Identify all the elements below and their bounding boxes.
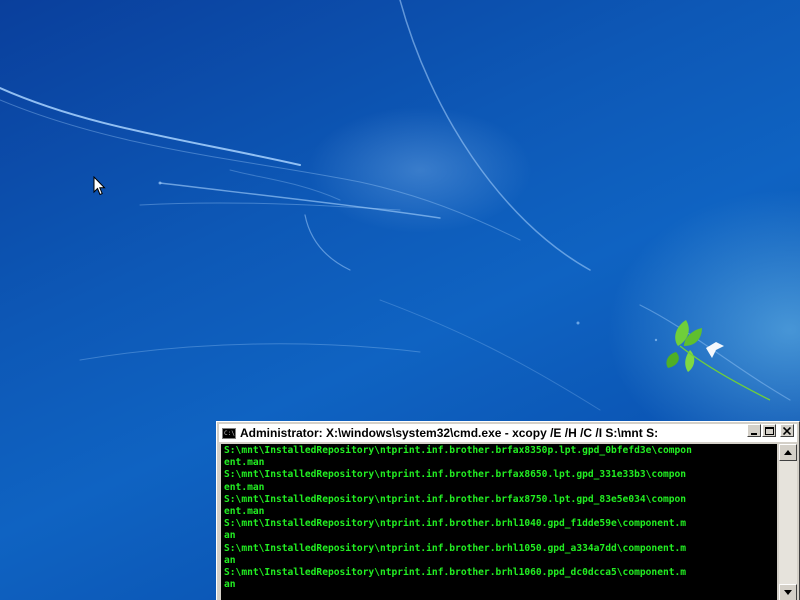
console-line: S:\mnt\InstalledRepository\ntprint.inf.b… bbox=[224, 566, 687, 578]
scroll-up-button[interactable] bbox=[779, 444, 797, 461]
console-line: an bbox=[224, 554, 236, 566]
minimize-icon bbox=[751, 432, 757, 435]
console-app-icon: C:\ bbox=[222, 427, 236, 439]
console-line: S:\mnt\InstalledRepository\ntprint.inf.b… bbox=[224, 493, 687, 505]
close-icon bbox=[783, 426, 791, 435]
console-line: S:\mnt\InstalledRepository\ntprint.inf.b… bbox=[224, 445, 692, 456]
console-line: S:\mnt\InstalledRepository\ntprint.inf.b… bbox=[224, 518, 687, 530]
window-title: Administrator: X:\windows\system32\cmd.e… bbox=[240, 426, 659, 440]
title-bar[interactable]: C:\ Administrator: X:\windows\system32\c… bbox=[219, 424, 797, 442]
console-window[interactable]: C:\ Administrator: X:\windows\system32\c… bbox=[216, 421, 800, 600]
console-line: an bbox=[224, 579, 236, 591]
arrow-down-icon bbox=[784, 590, 792, 595]
mouse-pointer-icon bbox=[93, 176, 106, 196]
minimize-button[interactable] bbox=[747, 424, 761, 437]
arrow-up-icon bbox=[784, 450, 792, 455]
vertical-scrollbar[interactable] bbox=[779, 444, 797, 600]
close-button[interactable] bbox=[780, 424, 794, 437]
console-line: S:\mnt\InstalledRepository\ntprint.inf.b… bbox=[224, 469, 687, 481]
console-line: ent.man bbox=[224, 481, 265, 493]
leaf-logo-icon bbox=[666, 320, 771, 401]
console-line: ent.man bbox=[224, 457, 265, 469]
desktop[interactable]: C:\ Administrator: X:\windows\system32\c… bbox=[0, 0, 800, 600]
console-line: an bbox=[224, 530, 236, 542]
maximize-button[interactable] bbox=[762, 424, 776, 437]
maximize-icon bbox=[764, 426, 774, 435]
console-line: ent.man bbox=[224, 505, 265, 517]
console-output[interactable]: S:\mnt\InstalledRepository\ntprint.inf.b… bbox=[221, 444, 777, 600]
scroll-down-button[interactable] bbox=[779, 584, 797, 600]
console-line: S:\mnt\InstalledRepository\ntprint.inf.b… bbox=[224, 542, 687, 554]
